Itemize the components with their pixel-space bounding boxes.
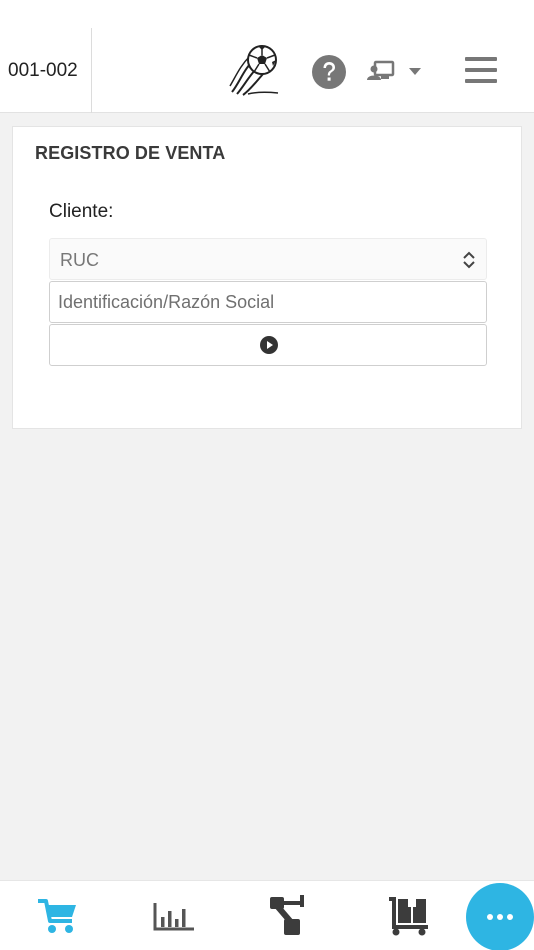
document-type-select[interactable]: RUC [49,238,487,280]
question-circle-icon[interactable] [312,55,346,89]
bottom-nav [0,880,534,950]
more-options-button[interactable] [466,883,534,950]
soccer-ball-logo-icon [228,42,280,96]
card-title: REGISTRO DE VENTA [35,143,226,163]
hamburger-menu-icon[interactable] [465,55,499,85]
nav-item-reports[interactable] [152,895,196,937]
play-circle-icon [260,336,278,354]
document-type-value: RUC [60,250,99,270]
header-divider [91,28,92,113]
shopping-cart-icon [38,899,76,933]
nav-item-structure[interactable] [268,895,312,937]
user-switch-dropdown[interactable] [367,58,425,86]
caret-down-icon [409,68,421,75]
hierarchy-icon [270,895,304,935]
series-number: 001-002 [8,60,78,81]
nav-item-sales[interactable] [36,895,80,937]
cliente-label: Cliente: [49,201,114,222]
identificacion-input[interactable] [49,281,487,323]
sale-registration-card: REGISTRO DE VENTA Cliente: RUC [12,126,522,429]
bar-chart-icon [153,903,194,931]
nav-item-inventory[interactable] [386,895,430,937]
search-client-button[interactable] [49,324,487,366]
ellipsis-icon [487,914,513,920]
dolly-boxes-icon [389,897,428,936]
top-bar: 001-002 [0,0,534,113]
chevron-up-down-icon [463,251,475,269]
